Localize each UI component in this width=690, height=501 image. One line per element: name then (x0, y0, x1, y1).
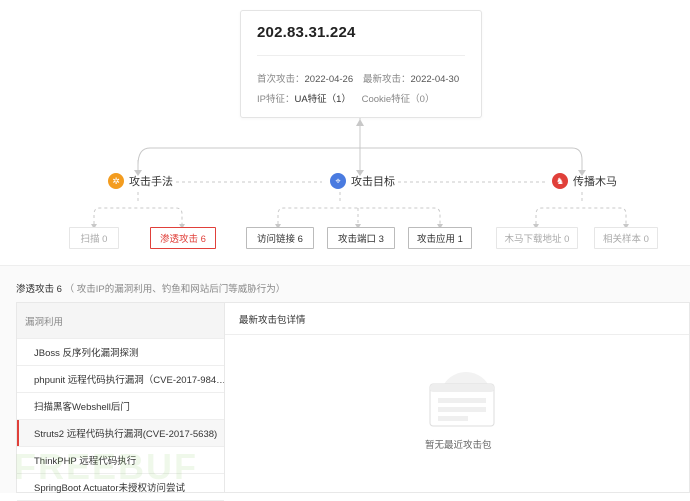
detail-hint-text: （ 攻击IP的漏洞利用、钓鱼和网站后门等威胁行为） (64, 284, 286, 295)
horse-icon: ♞ (552, 173, 568, 189)
gear-icon: ✲ (108, 173, 124, 189)
vuln-list-header: 漏洞利用 (17, 303, 224, 339)
leaf-visit-link[interactable]: 访问链接 6 (246, 227, 314, 249)
packet-detail-header: 最新攻击包详情 (225, 303, 689, 335)
leaf-trojan-download[interactable]: 木马下载地址 0 (496, 227, 578, 249)
category-attack-methods-label: 攻击手法 (129, 176, 173, 188)
vuln-item-selected[interactable]: Struts2 远程代码执行漏洞(CVE-2017-5638) (17, 420, 224, 447)
detail-section-title: 渗透攻击 6 （ 攻击IP的漏洞利用、钓鱼和网站后门等威胁行为） (16, 281, 285, 295)
category-trojan[interactable]: ♞ 传播木马 (552, 173, 617, 189)
leaf-scan[interactable]: 扫描 0 (69, 227, 119, 249)
category-attack-methods[interactable]: ✲ 攻击手法 (108, 173, 173, 189)
target-icon: ⌖ (330, 173, 346, 189)
vuln-item[interactable]: 扫描黑客Webshell后门 (17, 393, 224, 420)
tree-connectors (91, 118, 629, 229)
category-trojan-label: 传播木马 (573, 176, 617, 188)
detail-title-text: 渗透攻击 6 (16, 284, 62, 295)
empty-state-icon (429, 372, 495, 427)
category-attack-targets-label: 攻击目标 (351, 176, 395, 188)
watermark: FREEBUF (14, 446, 198, 487)
vuln-item[interactable]: JBoss 反序列化漏洞探测 (17, 339, 224, 366)
leaf-related-samples[interactable]: 相关样本 0 (594, 227, 658, 249)
leaf-attack-port[interactable]: 攻击端口 3 (327, 227, 395, 249)
leaf-attack-app[interactable]: 攻击应用 1 (408, 227, 472, 249)
category-attack-targets[interactable]: ⌖ 攻击目标 (330, 173, 395, 189)
empty-state-text: 暂无最近攻击包 (425, 440, 492, 451)
vuln-item[interactable]: phpunit 远程代码执行漏洞（CVE-2017-984… (17, 366, 224, 393)
leaf-pentest[interactable]: 渗透攻击 6 (150, 227, 216, 249)
